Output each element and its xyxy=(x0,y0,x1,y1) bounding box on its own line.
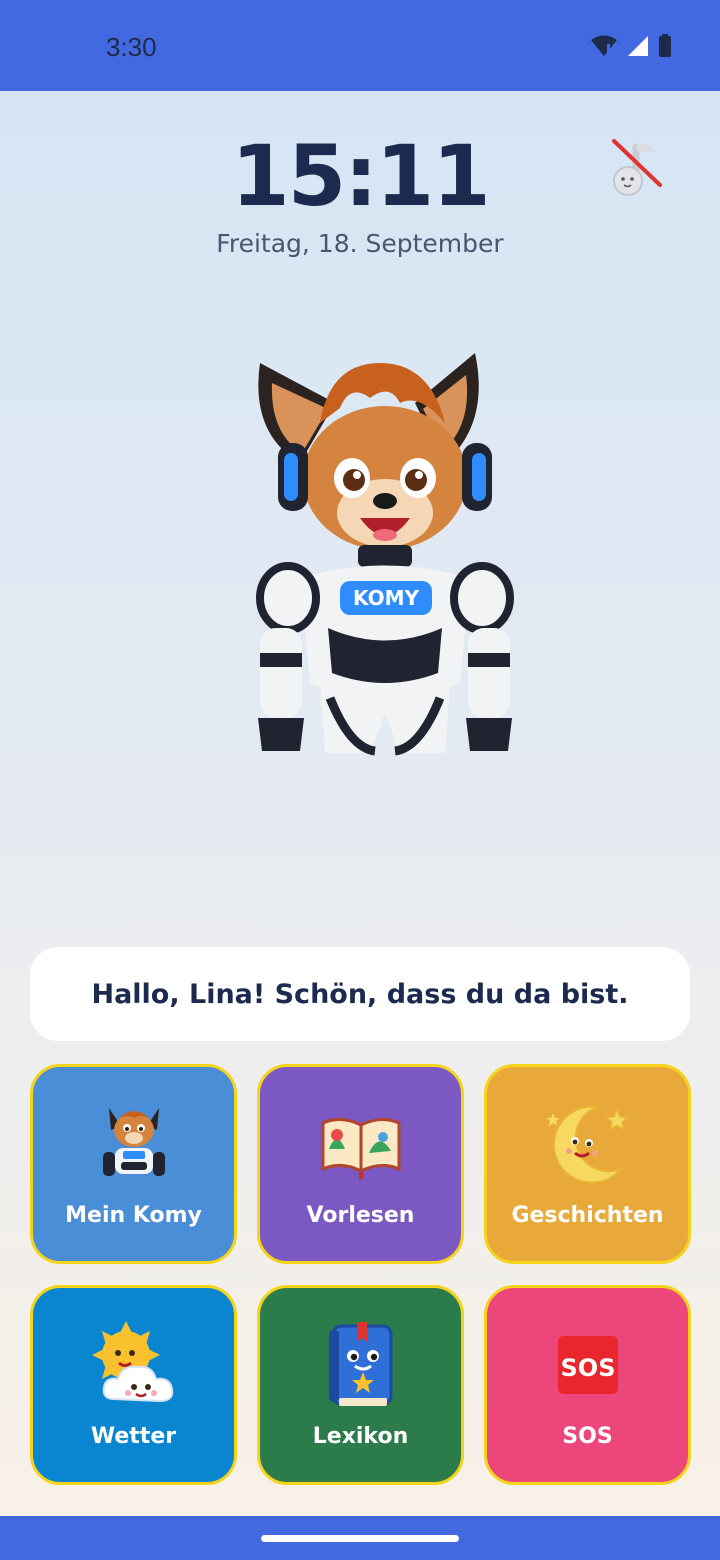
tile-sos[interactable]: SOS SOS xyxy=(484,1285,691,1485)
tile-mein-komy[interactable]: Mein Komy xyxy=(30,1064,237,1264)
komy-robot-fox-illustration: KOMY xyxy=(256,353,514,756)
tile-lexikon[interactable]: Lexikon xyxy=(257,1285,464,1485)
tile-label: Vorlesen xyxy=(306,1203,415,1228)
tile-label: Wetter xyxy=(90,1424,177,1449)
komy-mascot: KOMY xyxy=(240,353,530,773)
sos-icon: SOS xyxy=(487,1310,688,1420)
tile-geschichten[interactable]: Geschichten xyxy=(484,1064,691,1264)
sos-icon-text: SOS xyxy=(560,1354,615,1382)
open-book-icon xyxy=(260,1089,461,1199)
tile-vorlesen[interactable]: Vorlesen xyxy=(257,1064,464,1264)
sun-cloud-icon xyxy=(33,1310,234,1420)
signal-icon xyxy=(628,36,648,56)
tile-label: SOS xyxy=(562,1424,613,1449)
wifi-icon xyxy=(591,35,617,56)
status-icons xyxy=(590,34,672,58)
tile-label: Lexikon xyxy=(312,1424,409,1449)
battery-icon xyxy=(659,34,671,57)
music-muted-icon xyxy=(612,139,662,196)
greeting-text: Hallo, Lina! Schön, dass du da bist. xyxy=(91,978,629,1010)
tile-label: Mein Komy xyxy=(65,1203,202,1228)
status-bar: 3:30 xyxy=(0,0,720,91)
status-time: 3:30 xyxy=(106,32,157,62)
komy-mascot-icon xyxy=(33,1089,234,1199)
music-toggle-button[interactable] xyxy=(606,135,670,199)
moon-icon xyxy=(487,1089,688,1199)
home-gesture-handle[interactable] xyxy=(261,1535,459,1542)
tile-label: Geschichten xyxy=(511,1203,664,1228)
navigation-bar xyxy=(0,1516,720,1560)
mascot-badge-text: KOMY xyxy=(353,586,420,610)
home-screen: 15:11 Freitag, 18. September KOMY Hallo,… xyxy=(0,91,720,1516)
tile-wetter[interactable]: Wetter xyxy=(30,1285,237,1485)
clock-date: Freitag, 18. September xyxy=(216,229,504,258)
greeting-bubble: Hallo, Lina! Schön, dass du da bist. xyxy=(30,947,690,1041)
lexicon-book-icon xyxy=(260,1310,461,1420)
